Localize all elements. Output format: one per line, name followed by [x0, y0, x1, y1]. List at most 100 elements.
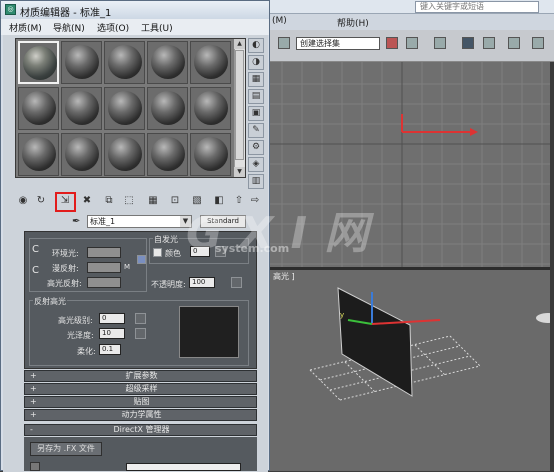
- sample-slot[interactable]: [147, 133, 188, 176]
- sample-slot[interactable]: [61, 87, 102, 130]
- sample-slot[interactable]: [147, 41, 188, 84]
- save-as-fx-button[interactable]: 另存为 .FX 文件: [30, 442, 102, 456]
- toolbar-icon[interactable]: [278, 37, 290, 49]
- material-editor-icon: ◎: [5, 4, 16, 15]
- menu-item[interactable]: (M): [272, 16, 287, 26]
- diffuse-label: 漫反射:: [52, 264, 79, 273]
- uv-tiling-icon[interactable]: ▤: [248, 89, 264, 104]
- menu-item-help[interactable]: 帮助(H): [337, 16, 369, 29]
- specular-swatch[interactable]: [87, 277, 121, 288]
- sample-slot[interactable]: [61, 133, 102, 176]
- opacity-map-button[interactable]: [231, 277, 242, 288]
- backlight-icon[interactable]: ◑: [248, 55, 264, 70]
- background-icon[interactable]: ▦: [248, 72, 264, 87]
- scrollbar-thumb[interactable]: [235, 50, 244, 160]
- make-preview-icon[interactable]: ✎: [248, 123, 264, 138]
- color-checkbox[interactable]: [153, 248, 162, 257]
- sample-slots: [15, 38, 246, 178]
- material-navigator-icon[interactable]: ▥: [248, 174, 264, 189]
- rollup-supersampling[interactable]: + 超级采样: [24, 383, 257, 395]
- put-to-library-icon[interactable]: ▦: [146, 193, 160, 209]
- material-sphere: [194, 137, 228, 171]
- lock-ambient[interactable]: C: [32, 244, 39, 255]
- align-icon[interactable]: [406, 37, 418, 49]
- viewport-label[interactable]: 高光 ]: [273, 271, 295, 282]
- rollup-title: 动力学属性: [121, 410, 162, 419]
- material-editor-icon[interactable]: [508, 37, 520, 49]
- menu-options[interactable]: 选项(O): [97, 21, 129, 34]
- sample-slot[interactable]: [147, 87, 188, 130]
- rollup-directx[interactable]: - DirectX 管理器: [24, 424, 257, 436]
- specular-level-value[interactable]: 0: [99, 313, 125, 324]
- lock-icon[interactable]: [137, 255, 146, 264]
- rollup-dynamics[interactable]: + 动力学属性: [24, 409, 257, 421]
- sample-slot[interactable]: [18, 41, 59, 84]
- sample-slot[interactable]: [104, 41, 145, 84]
- highlight-box: [55, 192, 76, 212]
- rollup-extended-params[interactable]: + 扩展参数: [24, 370, 257, 382]
- render-setup-icon[interactable]: [532, 37, 544, 49]
- sample-slot[interactable]: [190, 41, 231, 84]
- sample-slot[interactable]: [190, 133, 231, 176]
- opacity-value[interactable]: 100: [189, 277, 215, 288]
- make-unique-icon[interactable]: ⬚: [122, 193, 136, 209]
- options-icon[interactable]: ⚙: [248, 140, 264, 155]
- sample-slot[interactable]: [61, 41, 102, 84]
- ambient-swatch[interactable]: [87, 247, 121, 258]
- material-sphere: [151, 45, 185, 79]
- sample-slot[interactable]: [18, 87, 59, 130]
- video-check-icon[interactable]: ▣: [248, 106, 264, 121]
- rollup-title: 超级采样: [125, 384, 158, 393]
- mirror-icon[interactable]: [386, 37, 398, 49]
- selection-set-dropdown[interactable]: 创建选择集: [296, 37, 380, 50]
- opacity-label: 不透明度:: [151, 280, 186, 289]
- sample-type-icon[interactable]: ◐: [248, 38, 264, 53]
- viewport-perspective[interactable]: y: [270, 270, 554, 471]
- material-sphere: [22, 91, 56, 125]
- make-copy-icon[interactable]: ⧉: [102, 193, 116, 209]
- scroll-down-icon[interactable]: ▼: [234, 167, 245, 177]
- schematic-icon[interactable]: [483, 37, 495, 49]
- lock-diffuse[interactable]: C: [32, 265, 39, 276]
- glossiness-map[interactable]: [135, 328, 146, 339]
- select-by-material-icon[interactable]: ◈: [248, 157, 264, 172]
- glossiness-label: 光泽度:: [67, 331, 94, 340]
- perspective-scene: y: [309, 287, 554, 401]
- layer-icon[interactable]: [434, 37, 446, 49]
- glossiness-value[interactable]: 10: [99, 328, 125, 339]
- eyedropper-icon[interactable]: ✒: [72, 216, 80, 227]
- menu-navigation[interactable]: 导航(N): [53, 21, 85, 34]
- material-id-icon[interactable]: ⊡: [168, 193, 182, 209]
- soften-value[interactable]: 0.1: [99, 344, 121, 355]
- menu-tools[interactable]: 工具(U): [141, 21, 173, 34]
- dx-checkbox[interactable]: [30, 462, 40, 471]
- curve-editor-icon[interactable]: [462, 37, 474, 49]
- specular-label: 高光反射:: [47, 279, 82, 288]
- material-sphere: [65, 137, 99, 171]
- scroll-up-icon[interactable]: ▲: [234, 39, 245, 49]
- rollup-maps[interactable]: + 贴图: [24, 396, 257, 408]
- viewport-edge: [550, 62, 554, 471]
- get-material-icon[interactable]: ◉: [16, 193, 30, 209]
- diffuse-swatch[interactable]: [87, 262, 121, 273]
- window-menubar: 材质(M) 导航(N) 选项(O) 工具(U): [1, 19, 269, 35]
- sample-slot[interactable]: [190, 87, 231, 130]
- reset-map-icon[interactable]: ✖: [80, 193, 94, 209]
- material-sphere: [151, 91, 185, 125]
- specular-level-label: 高光级别:: [58, 316, 93, 325]
- material-sphere: [23, 46, 57, 80]
- diffuse-map-button[interactable]: M: [124, 263, 130, 271]
- dx-field[interactable]: [126, 463, 241, 471]
- sample-slot[interactable]: [18, 133, 59, 176]
- sample-slot[interactable]: [104, 87, 145, 130]
- put-to-scene-icon[interactable]: ↻: [34, 193, 48, 209]
- sample-slot[interactable]: [104, 133, 145, 176]
- color-label: 颜色: [165, 249, 181, 258]
- specular-level-map[interactable]: [135, 313, 146, 324]
- material-sphere: [194, 45, 228, 79]
- material-sphere: [108, 91, 142, 125]
- menu-material[interactable]: 材质(M): [9, 21, 42, 34]
- search-input[interactable]: 键入关键字或短语: [415, 1, 539, 13]
- window-titlebar[interactable]: ◎ 材质编辑器 - 标准_1: [1, 1, 269, 19]
- material-name-field[interactable]: 标准_1: [87, 215, 192, 228]
